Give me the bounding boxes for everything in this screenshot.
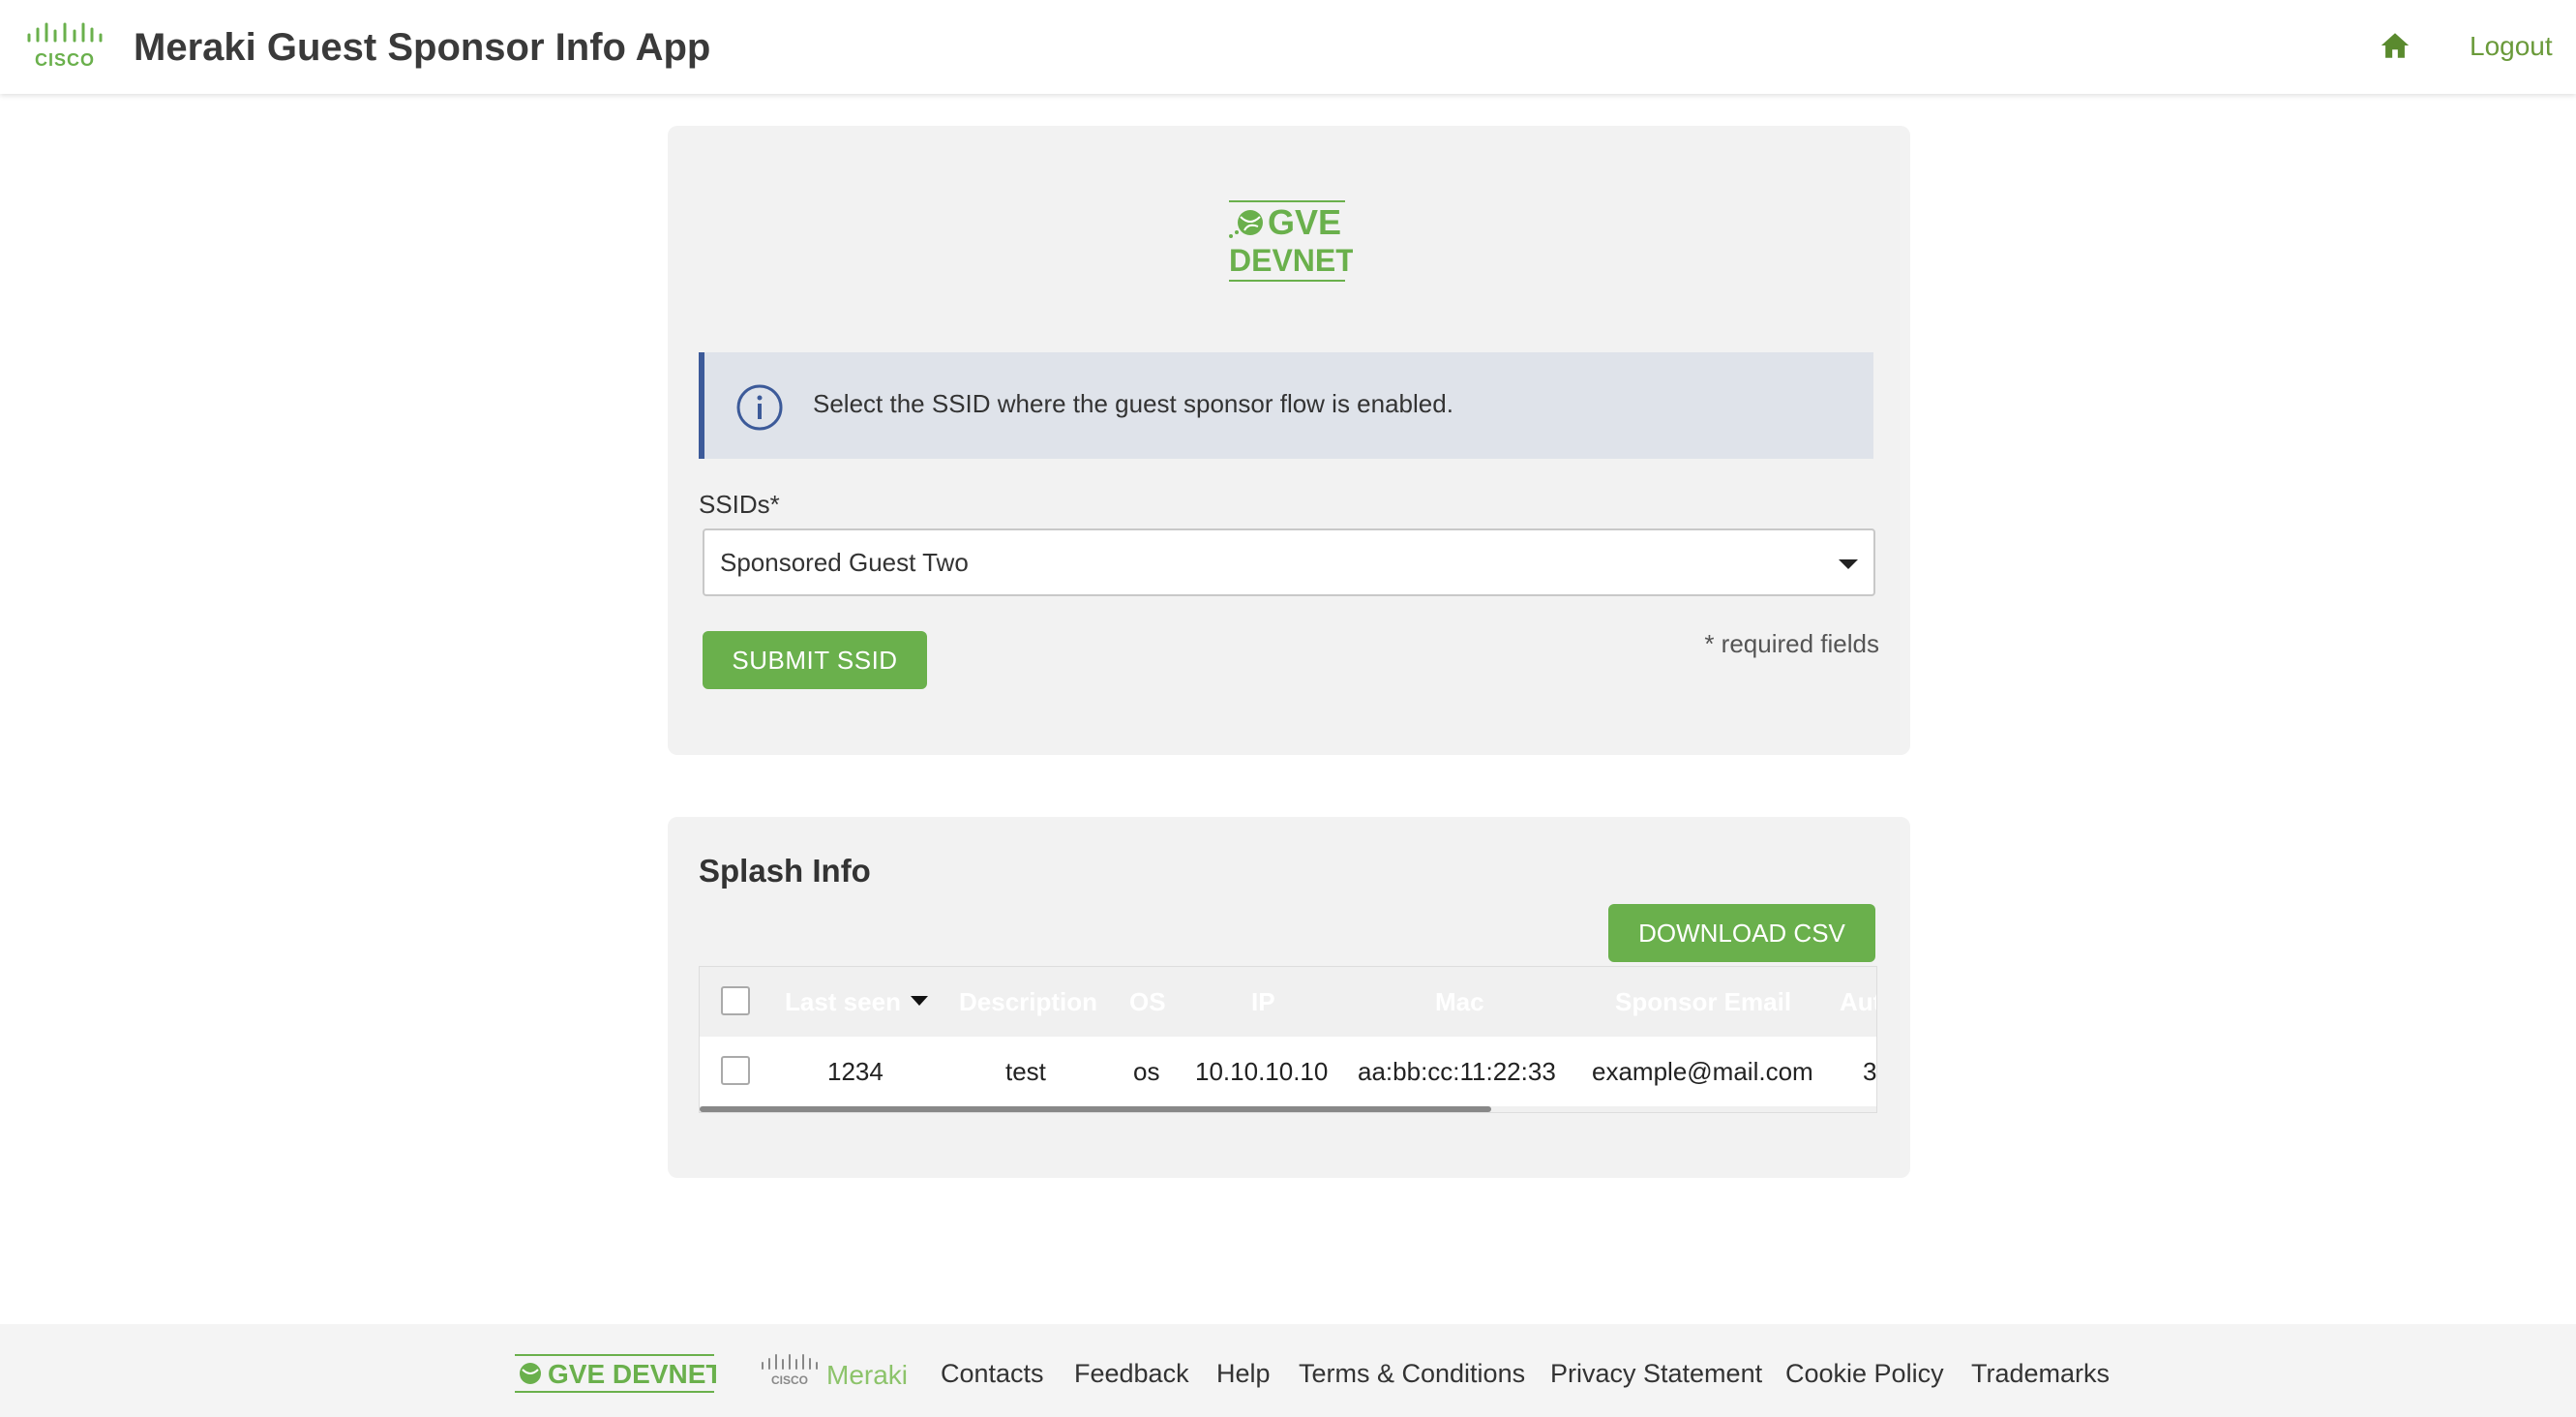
footer: GVE DEVNET CISCO Meraki Contacts Feedbac… (0, 1324, 2576, 1417)
cell-sponsor-email: example@mail.com (1592, 1057, 1813, 1086)
column-header-ip[interactable]: IP (1251, 967, 1275, 1037)
ssid-selected-value: Sponsored Guest Two (720, 548, 969, 577)
cell-description: test (1005, 1057, 1046, 1086)
footer-link-feedback[interactable]: Feedback (1074, 1357, 1189, 1390)
alert-message: Select the SSID where the guest sponsor … (813, 389, 1453, 418)
globe-icon (1229, 210, 1263, 238)
info-icon (736, 384, 783, 431)
footer-link-terms[interactable]: Terms & Conditions (1299, 1357, 1525, 1390)
ssid-select[interactable]: Sponsored Guest Two (703, 528, 1875, 596)
svg-text:Meraki: Meraki (826, 1360, 908, 1390)
info-alert: Select the SSID where the guest sponsor … (699, 352, 1873, 459)
footer-link-cookie-policy[interactable]: Cookie Policy (1785, 1357, 1944, 1390)
footer-link-contacts[interactable]: Contacts (941, 1357, 1044, 1390)
svg-text:CISCO: CISCO (771, 1373, 808, 1387)
app-title: Meraki Guest Sponsor Info App (134, 26, 711, 69)
footer-link-privacy[interactable]: Privacy Statement (1550, 1357, 1762, 1390)
ssid-label: SSIDs* (699, 490, 780, 519)
footer-meraki-logo: CISCO Meraki (762, 1354, 908, 1390)
svg-text:GVE: GVE (1268, 202, 1341, 242)
logout-link[interactable]: Logout (2470, 27, 2553, 66)
required-fields-note: * required fields (1704, 629, 1879, 658)
svg-text:GVE DEVNET: GVE DEVNET (548, 1359, 716, 1389)
svg-text:DEVNET: DEVNET (1229, 243, 1353, 278)
sort-desc-icon[interactable] (911, 996, 928, 1006)
svg-text:CISCO: CISCO (35, 50, 95, 70)
top-nav-bar: CISCO Meraki Guest Sponsor Info App Logo… (0, 0, 2576, 94)
table-row: 1234 test os 10.10.10.10 aa:bb:cc:11:22:… (700, 1037, 1877, 1106)
column-header-aut[interactable]: Aut (1840, 967, 1876, 1037)
column-header-last-seen[interactable]: Last seen (785, 967, 901, 1037)
submit-ssid-button[interactable]: SUBMIT SSID (703, 631, 927, 689)
home-icon[interactable] (2379, 29, 2411, 62)
download-csv-button[interactable]: DOWNLOAD CSV (1608, 904, 1875, 962)
cell-last-seen: 1234 (827, 1057, 884, 1086)
cisco-logo: CISCO (27, 22, 103, 70)
cell-ip: 10.10.10.10 (1195, 1057, 1329, 1086)
gve-devnet-logo: GVE DEVNET (1229, 200, 1353, 282)
caret-down-icon (1839, 559, 1858, 569)
column-header-sponsor-email[interactable]: Sponsor Email (1615, 967, 1791, 1037)
splash-info-panel: Splash Info DOWNLOAD CSV Last seen Descr… (668, 817, 1910, 1178)
column-header-os[interactable]: OS (1129, 967, 1166, 1037)
cell-aut: 3 (1863, 1057, 1877, 1086)
footer-link-trademarks[interactable]: Trademarks (1971, 1357, 2110, 1390)
column-header-description[interactable]: Description (959, 967, 1097, 1037)
select-all-checkbox[interactable] (721, 986, 750, 1015)
footer-link-help[interactable]: Help (1216, 1357, 1271, 1390)
table-header: Last seen Description OS IP Mac Sponsor … (700, 967, 1876, 1038)
splash-table: Last seen Description OS IP Mac Sponsor … (699, 966, 1877, 1113)
cell-os: os (1133, 1057, 1160, 1086)
ssid-panel: GVE DEVNET Select the SSID where the gue… (668, 126, 1910, 755)
splash-info-title: Splash Info (699, 853, 871, 889)
cell-mac: aa:bb:cc:11:22:33 (1358, 1057, 1556, 1086)
row-checkbox[interactable] (721, 1056, 750, 1085)
column-header-mac[interactable]: Mac (1435, 967, 1484, 1037)
horizontal-scrollbar-thumb[interactable] (700, 1106, 1491, 1112)
footer-gve-devnet-logo: GVE DEVNET (515, 1354, 716, 1393)
